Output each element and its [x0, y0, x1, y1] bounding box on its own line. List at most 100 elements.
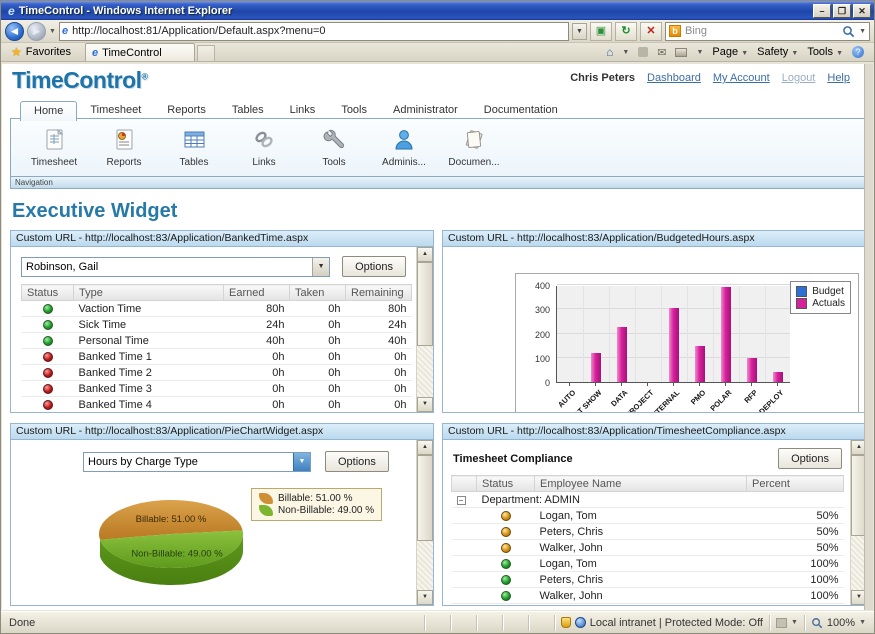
banked-options-button[interactable]: Options: [342, 256, 406, 277]
tab-favicon-icon: e: [92, 46, 99, 59]
table-row[interactable]: Walker, John 50%: [451, 539, 844, 556]
tab-home[interactable]: Home: [20, 101, 78, 121]
user-link-help[interactable]: Help: [827, 72, 850, 84]
gridline: [713, 286, 714, 382]
pie-scrollbar[interactable]: ▲ ▼: [416, 440, 433, 605]
banked-time-panel-title: Custom URL - http://localhost:83/Applica…: [11, 231, 433, 247]
table-row[interactable]: Banked Time 1 0h 0h 0h: [21, 348, 412, 365]
x-tick: [751, 383, 752, 386]
search-icon[interactable]: [842, 25, 855, 38]
user-link-dashboard[interactable]: Dashboard: [647, 72, 701, 84]
x-tick: [673, 383, 674, 386]
help-icon[interactable]: ?: [852, 46, 864, 58]
tab-reports[interactable]: Reports: [154, 101, 219, 120]
toolbar-item-timesheet[interactable]: Timesheet: [27, 125, 81, 168]
table-row[interactable]: Vaction Time 80h 0h 80h: [21, 300, 412, 317]
taken-cell: 0h: [289, 316, 346, 333]
zone-text: Local intranet | Protected Mode: Off: [589, 616, 763, 629]
banked-scrollbar[interactable]: ▲ ▼: [416, 247, 433, 412]
table-row[interactable]: Banked Time 4 0h 0h 0h: [21, 396, 412, 412]
home-dropdown-icon[interactable]: ▼: [622, 49, 629, 56]
print-icon[interactable]: [675, 47, 688, 57]
toolbar-item-links[interactable]: Links: [237, 125, 291, 168]
tab-links[interactable]: Links: [277, 101, 329, 120]
collapse-icon[interactable]: −: [456, 495, 466, 505]
chart-type-select-arrow-icon[interactable]: ▼: [293, 452, 310, 471]
search-options-icon[interactable]: ▼: [859, 28, 866, 35]
forward-button[interactable]: ►: [27, 21, 46, 41]
pie-options-button[interactable]: Options: [325, 451, 389, 472]
scroll-down-icon[interactable]: ▼: [417, 397, 433, 412]
table-row[interactable]: Sick Time 24h 0h 24h: [21, 316, 412, 333]
employee-select-value: Robinson, Gail: [26, 260, 99, 273]
close-button[interactable]: ✕: [853, 3, 871, 18]
page-title: Executive Widget: [12, 200, 178, 222]
minimize-button[interactable]: –: [813, 3, 831, 18]
read-mail-icon[interactable]: ✉: [657, 46, 666, 59]
table-row[interactable]: Peters, Chris 100%: [451, 571, 844, 588]
history-dropdown-icon[interactable]: ▼: [49, 28, 56, 35]
tab-tables[interactable]: Tables: [219, 101, 277, 120]
pie-panel-title: Custom URL - http://localhost:83/Applica…: [11, 424, 433, 440]
group-row[interactable]: − Department: ADMIN: [451, 491, 844, 508]
scroll-up-icon[interactable]: ▲: [417, 440, 433, 455]
toolbar-item-tables[interactable]: Tables: [167, 125, 221, 168]
table-row[interactable]: Banked Time 2 0h 0h 0h: [21, 364, 412, 381]
scroll-up-icon[interactable]: ▲: [417, 247, 433, 262]
chart-type-select[interactable]: Hours by Charge Type ▼: [83, 451, 311, 472]
refresh-button[interactable]: ↻: [615, 21, 637, 41]
compliance-table: Status Employee Name Percent − Department: …: [451, 475, 844, 604]
stop-button[interactable]: ✕: [640, 21, 662, 41]
employee-select-arrow-icon[interactable]: ▼: [312, 257, 330, 276]
search-input[interactable]: b Bing ▼: [665, 21, 870, 41]
tools-menu[interactable]: Tools ▼: [807, 46, 843, 58]
x-category-label: AUTO: [556, 388, 578, 410]
table-row[interactable]: Peters, Chris 50%: [451, 523, 844, 540]
scroll-down-icon[interactable]: ▼: [417, 590, 433, 605]
page-scrollbar-track[interactable]: [864, 64, 873, 610]
address-dropdown-icon[interactable]: ▼: [572, 22, 587, 40]
scroll-down-icon[interactable]: ▼: [851, 590, 864, 605]
compatibility-view-button[interactable]: ▣: [590, 21, 612, 41]
scroll-thumb[interactable]: [417, 455, 433, 542]
employee-select[interactable]: Robinson, Gail ▼: [21, 256, 331, 277]
restore-button[interactable]: ❐: [833, 3, 851, 18]
remaining-cell: 80h: [345, 300, 412, 317]
favorites-button[interactable]: ★ Favorites: [5, 43, 77, 61]
tab-tools[interactable]: Tools: [328, 101, 380, 120]
toolbar-item-reports[interactable]: Reports: [97, 125, 151, 168]
user-link-my-account[interactable]: My Account: [713, 72, 770, 84]
browser-tab-timecontrol[interactable]: e TimeControl: [85, 43, 196, 61]
address-input[interactable]: e http://localhost:81/Application/Defaul…: [58, 21, 569, 41]
print-dropdown-icon[interactable]: ▼: [696, 49, 703, 56]
tab-documentation[interactable]: Documentation: [471, 101, 571, 120]
yellow-status-icon: [500, 526, 511, 537]
scroll-thumb[interactable]: [417, 262, 433, 346]
tab-timesheet[interactable]: Timesheet: [77, 101, 154, 120]
gridline: [739, 286, 740, 382]
user-link-logout[interactable]: Logout: [782, 72, 816, 84]
view-mode-cell[interactable]: ▼: [768, 614, 804, 631]
toolbar-item-tools[interactable]: Tools: [307, 125, 361, 168]
table-row[interactable]: Logan, Tom 100%: [451, 555, 844, 572]
compliance-options-button[interactable]: Options: [778, 448, 842, 469]
table-row[interactable]: Logan, Tom 50%: [451, 507, 844, 524]
compliance-scrollbar[interactable]: ▲ ▼: [850, 440, 864, 605]
table-row[interactable]: Personal Time 40h 0h 40h: [21, 332, 412, 349]
new-tab-button[interactable]: [197, 45, 216, 61]
tab-administrator[interactable]: Administrator: [380, 101, 471, 120]
table-row[interactable]: Banked Time 3 0h 0h 0h: [21, 380, 412, 397]
toolbar-item-adminis[interactable]: Adminis...: [377, 125, 431, 168]
scroll-up-icon[interactable]: ▲: [851, 440, 864, 455]
toolbar-item-documen[interactable]: Documen...: [447, 125, 501, 168]
home-icon[interactable]: ⌂: [606, 45, 613, 59]
safety-menu[interactable]: Safety ▼: [757, 46, 798, 58]
page-menu[interactable]: Page ▼: [712, 46, 748, 58]
table-row[interactable]: Walker, John 100%: [451, 587, 844, 604]
x-tick: [777, 383, 778, 386]
back-button[interactable]: ◄: [5, 21, 24, 41]
zoom-control[interactable]: 100% ▼: [803, 614, 874, 631]
feeds-icon[interactable]: [638, 47, 649, 57]
scroll-thumb[interactable]: [851, 455, 864, 536]
group-expander-cell[interactable]: −: [451, 491, 477, 508]
